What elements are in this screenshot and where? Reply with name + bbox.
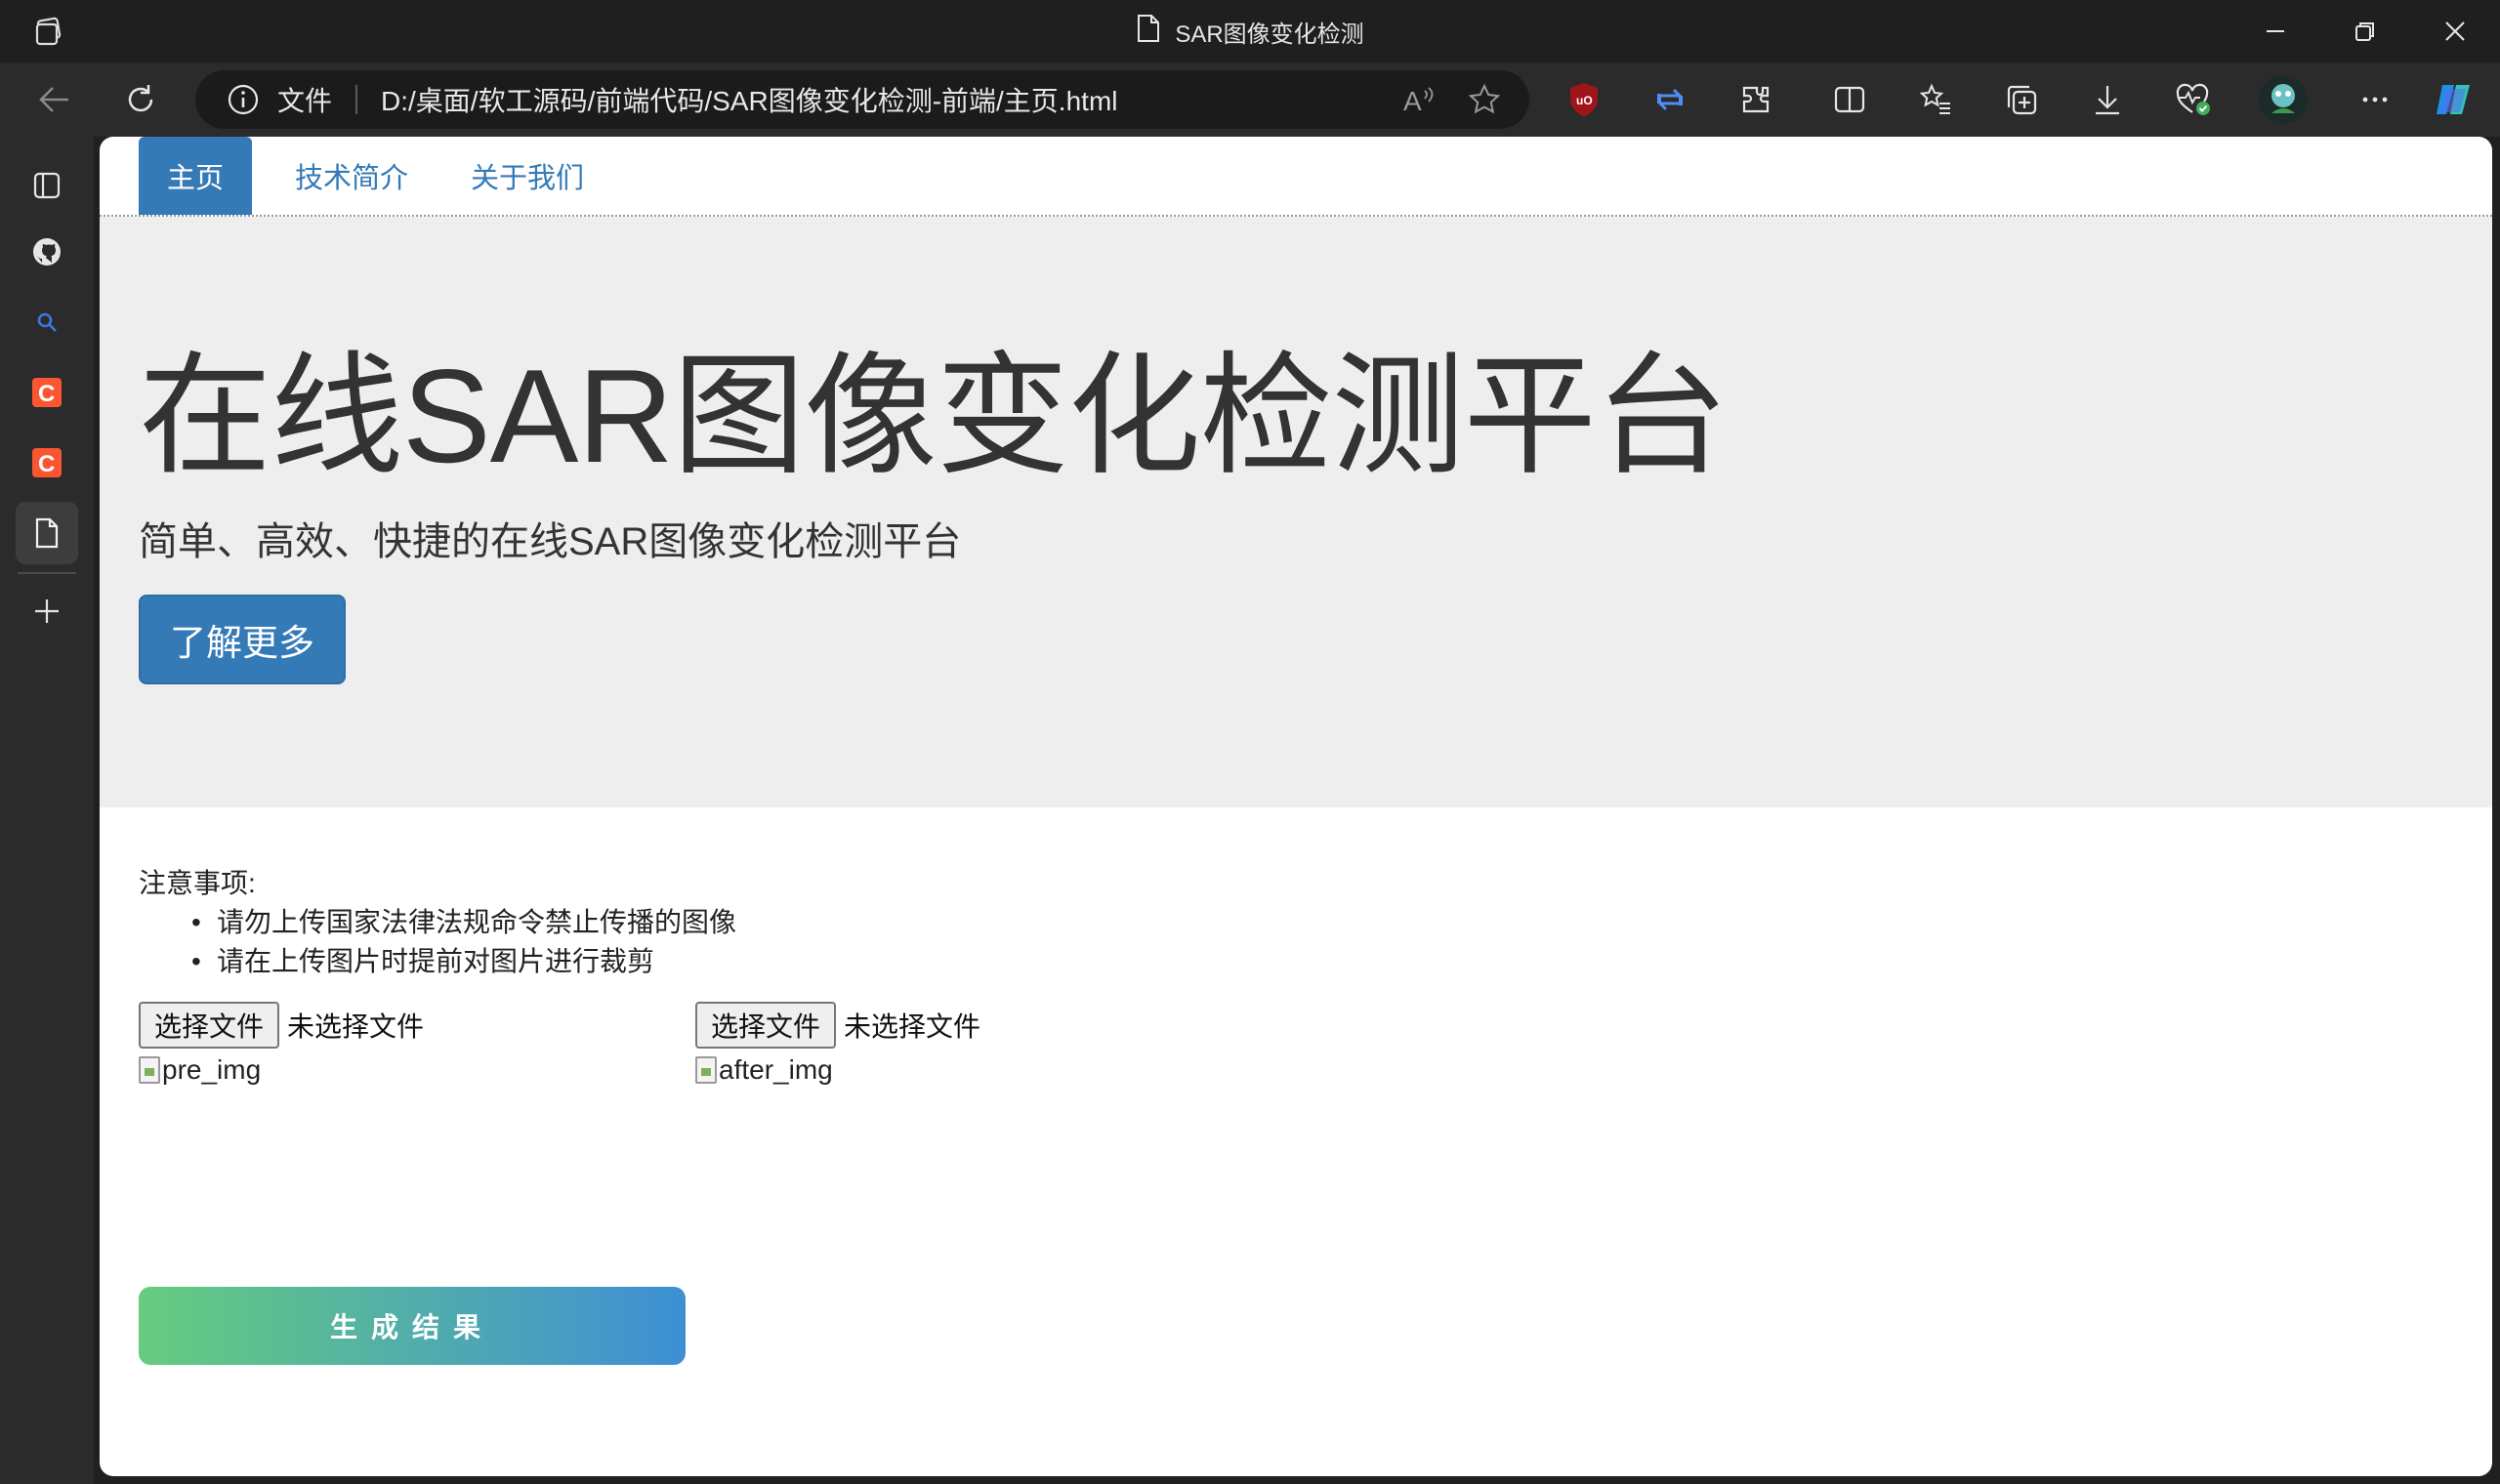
window-title: SAR图像变化检测 bbox=[1175, 21, 1364, 48]
split-screen-icon[interactable] bbox=[1824, 74, 1875, 125]
list-item: 请勿上传国家法律法规命令禁止传播的图像 bbox=[178, 903, 736, 942]
learn-more-button[interactable]: 了解更多 bbox=[139, 595, 346, 684]
sidebar-divider bbox=[18, 572, 76, 574]
tab-tech-intro[interactable]: 技术简介 bbox=[273, 137, 430, 215]
ublock-icon[interactable]: uO bbox=[1559, 74, 1609, 125]
add-icon[interactable] bbox=[16, 580, 78, 642]
extensions-icon[interactable] bbox=[1730, 74, 1781, 125]
pre-file-status: 未选择文件 bbox=[287, 1011, 425, 1042]
generate-result-button[interactable]: 生成结果 bbox=[139, 1287, 686, 1365]
pre-image-alt-text: pre_img bbox=[162, 1054, 262, 1085]
tab-about-us[interactable]: 关于我们 bbox=[447, 137, 607, 215]
notes-heading: 注意事项: bbox=[139, 868, 256, 898]
browser-toolbar: 文件 D:/桌面/软工源码/前端代码/SAR图像变化检测-前端/主页.html … bbox=[0, 62, 2500, 180]
pre-choose-file-button[interactable]: 选择文件 bbox=[139, 1002, 280, 1049]
after-image-upload: 选择文件 未选择文件 bbox=[695, 1002, 980, 1049]
after-image-alt-text: after_img bbox=[719, 1054, 833, 1085]
info-icon[interactable] bbox=[227, 83, 260, 116]
hero-title: 在线SAR图像变化检测平台 bbox=[139, 342, 1729, 490]
more-icon[interactable] bbox=[2350, 74, 2400, 125]
csdn-icon[interactable]: C bbox=[16, 432, 78, 494]
csdn-icon[interactable]: C bbox=[16, 361, 78, 424]
health-icon[interactable] bbox=[2168, 74, 2219, 125]
page-file-icon bbox=[1136, 14, 1161, 50]
svg-text:A: A bbox=[1403, 86, 1422, 114]
refresh-icon[interactable] bbox=[115, 74, 166, 125]
tabs-icon[interactable] bbox=[16, 154, 78, 217]
file-icon[interactable] bbox=[16, 502, 78, 564]
hero-section: 在线SAR图像变化检测平台 简单、高效、快捷的在线SAR图像变化检测平台 了解更… bbox=[100, 217, 2492, 807]
after-image: after_img bbox=[695, 1054, 833, 1086]
restore-button[interactable] bbox=[2320, 0, 2410, 62]
favorite-star-icon[interactable] bbox=[1465, 80, 1504, 119]
pre-image-upload: 选择文件 未选择文件 bbox=[139, 1002, 424, 1049]
address-divider bbox=[355, 85, 358, 114]
close-button[interactable] bbox=[2410, 0, 2500, 62]
after-choose-file-button[interactable]: 选择文件 bbox=[695, 1002, 837, 1049]
collections-icon[interactable] bbox=[1996, 74, 2047, 125]
broken-image-icon bbox=[695, 1056, 717, 1084]
address-scheme-label: 文件 bbox=[277, 86, 333, 116]
title-bar: SAR图像变化检测 bbox=[0, 0, 2500, 62]
favorites-icon[interactable] bbox=[1910, 74, 1961, 125]
minimize-button[interactable] bbox=[2230, 0, 2320, 62]
browser-sidebar: C C bbox=[0, 137, 94, 1484]
copilot-icon[interactable] bbox=[2430, 74, 2480, 125]
pre-image: pre_img bbox=[139, 1054, 261, 1086]
notes-list: 请勿上传国家法律法规命令禁止传播的图像 请在上传图片时提前对图片进行裁剪 bbox=[139, 903, 736, 981]
svg-text:uO: uO bbox=[1576, 94, 1593, 107]
notes-section: 注意事项: 请勿上传国家法律法规命令禁止传播的图像 请在上传图片时提前对图片进行… bbox=[139, 864, 736, 981]
broken-image-icon bbox=[139, 1056, 160, 1084]
url-text[interactable]: D:/桌面/软工源码/前端代码/SAR图像变化检测-前端/主页.html bbox=[381, 80, 1400, 119]
svg-text:C: C bbox=[38, 451, 55, 477]
hero-subtitle: 简单、高效、快捷的在线SAR图像变化检测平台 bbox=[139, 520, 962, 563]
search-icon[interactable] bbox=[16, 291, 78, 353]
after-file-status: 未选择文件 bbox=[844, 1011, 981, 1042]
read-aloud-icon[interactable]: A bbox=[1400, 80, 1439, 119]
tab-home[interactable]: 主页 bbox=[139, 137, 252, 215]
svg-text:C: C bbox=[38, 381, 55, 407]
github-icon[interactable] bbox=[16, 221, 78, 283]
sync-icon[interactable] bbox=[1645, 74, 1695, 125]
top-nav: 主页 技术简介 关于我们 bbox=[100, 137, 2492, 217]
address-bar[interactable]: 文件 D:/桌面/软工源码/前端代码/SAR图像变化检测-前端/主页.html … bbox=[195, 70, 1529, 129]
list-item: 请在上传图片时提前对图片进行裁剪 bbox=[178, 942, 736, 981]
web-content: 主页 技术简介 关于我们 在线SAR图像变化检测平台 简单、高效、快捷的在线SA… bbox=[100, 137, 2492, 1476]
window-title-area: SAR图像变化检测 bbox=[0, 0, 2500, 62]
back-icon[interactable] bbox=[29, 74, 80, 125]
download-icon[interactable] bbox=[2082, 74, 2133, 125]
avatar[interactable] bbox=[2258, 74, 2309, 125]
